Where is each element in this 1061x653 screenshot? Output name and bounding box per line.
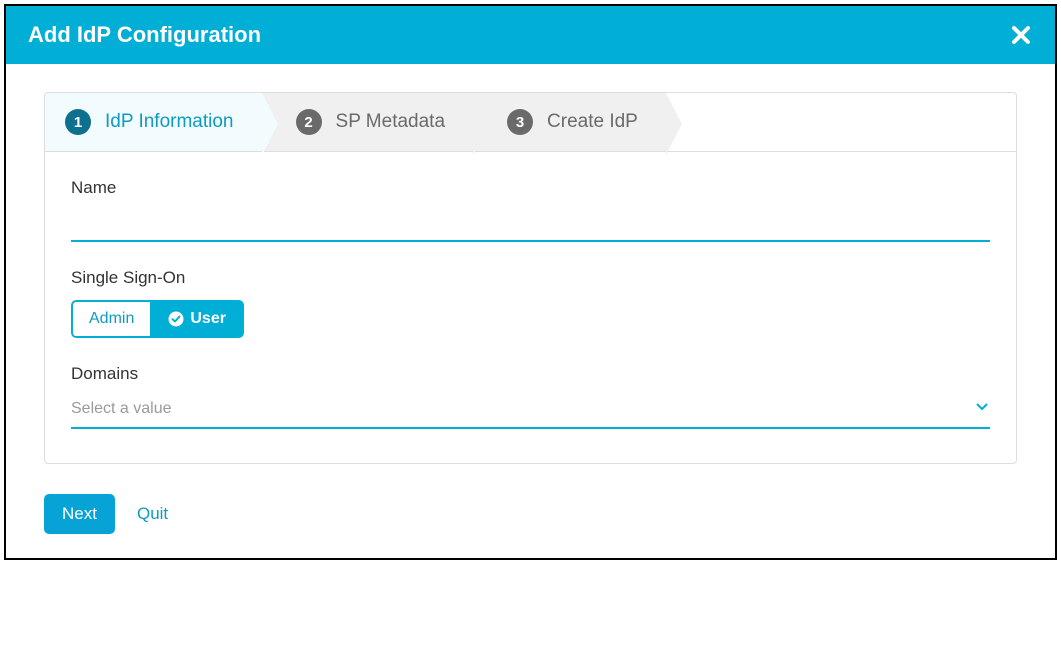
sso-toggle-group: Admin User: [71, 300, 244, 338]
step-label: Create IdP: [547, 111, 638, 133]
chevron-down-icon: [974, 398, 990, 419]
domains-placeholder: Select a value: [71, 400, 172, 418]
step-label: IdP Information: [105, 111, 234, 133]
step-badge: 1: [65, 109, 91, 135]
sso-option-label: Admin: [89, 310, 134, 328]
sso-label: Single Sign-On: [71, 268, 990, 288]
form-group-sso: Single Sign-On Admin: [71, 268, 990, 338]
add-idp-modal: Add IdP Configuration 1 IdP Information …: [4, 4, 1057, 560]
close-icon[interactable]: [1009, 23, 1033, 47]
wizard-steps: 1 IdP Information 2 SP Metadata 3 Create…: [45, 93, 1016, 152]
modal-body: 1 IdP Information 2 SP Metadata 3 Create…: [6, 64, 1055, 484]
sso-option-admin[interactable]: Admin: [71, 300, 150, 338]
quit-button[interactable]: Quit: [137, 504, 168, 524]
modal-footer: Next Quit: [6, 484, 1055, 558]
wizard-step-idp-information[interactable]: 1 IdP Information: [45, 93, 262, 151]
wizard-content: Name Single Sign-On Admin: [45, 152, 1016, 463]
form-group-name: Name: [71, 178, 990, 242]
wizard-step-sp-metadata[interactable]: 2 SP Metadata: [262, 93, 474, 151]
name-input[interactable]: [71, 206, 990, 242]
wizard-step-create-idp[interactable]: 3 Create IdP: [473, 93, 666, 151]
step-badge: 2: [296, 109, 322, 135]
domains-select[interactable]: Select a value: [71, 392, 990, 429]
wizard-card: 1 IdP Information 2 SP Metadata 3 Create…: [44, 92, 1017, 464]
name-label: Name: [71, 178, 990, 198]
sso-option-user[interactable]: User: [150, 300, 244, 338]
step-badge: 3: [507, 109, 533, 135]
step-label: SP Metadata: [336, 111, 446, 133]
sso-option-label: User: [190, 310, 226, 328]
domains-label: Domains: [71, 364, 990, 384]
next-button[interactable]: Next: [44, 494, 115, 534]
check-circle-icon: [168, 311, 184, 327]
modal-header: Add IdP Configuration: [6, 6, 1055, 64]
form-group-domains: Domains Select a value: [71, 364, 990, 429]
modal-title: Add IdP Configuration: [28, 22, 261, 48]
